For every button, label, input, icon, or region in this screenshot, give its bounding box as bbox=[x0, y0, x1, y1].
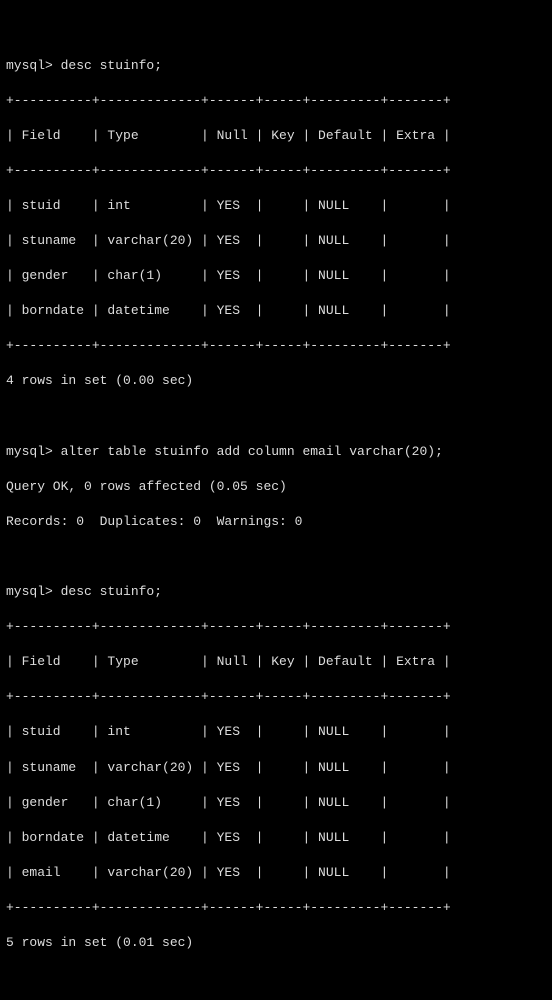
blank-line bbox=[6, 408, 546, 426]
prompt-line-1: mysql> desc stuinfo; bbox=[6, 57, 546, 75]
table-row: | stuname | varchar(20) | YES | | NULL |… bbox=[6, 759, 546, 777]
mysql-prompt: mysql> bbox=[6, 584, 61, 599]
table-border: +----------+-------------+------+-----+-… bbox=[6, 899, 546, 917]
query-stats: Records: 0 Duplicates: 0 Warnings: 0 bbox=[6, 513, 546, 531]
prompt-line-2: mysql> alter table stuinfo add column em… bbox=[6, 443, 546, 461]
mysql-prompt: mysql> bbox=[6, 444, 61, 459]
table-row: | email | varchar(20) | YES | | NULL | | bbox=[6, 864, 546, 882]
table-border: +----------+-------------+------+-----+-… bbox=[6, 337, 546, 355]
table-row: | borndate | datetime | YES | | NULL | | bbox=[6, 302, 546, 320]
table-row: | stuid | int | YES | | NULL | | bbox=[6, 197, 546, 215]
command-text: desc stuinfo; bbox=[61, 58, 162, 73]
table-row: | gender | char(1) | YES | | NULL | | bbox=[6, 267, 546, 285]
command-text: desc stuinfo; bbox=[61, 584, 162, 599]
table-border: +----------+-------------+------+-----+-… bbox=[6, 92, 546, 110]
result-footer: 4 rows in set (0.00 sec) bbox=[6, 372, 546, 390]
table-header: | Field | Type | Null | Key | Default | … bbox=[6, 653, 546, 671]
table-header: | Field | Type | Null | Key | Default | … bbox=[6, 127, 546, 145]
prompt-line-3: mysql> desc stuinfo; bbox=[6, 583, 546, 601]
table-border: +----------+-------------+------+-----+-… bbox=[6, 688, 546, 706]
table-row: | stuid | int | YES | | NULL | | bbox=[6, 723, 546, 741]
table-border: +----------+-------------+------+-----+-… bbox=[6, 162, 546, 180]
table-row: | gender | char(1) | YES | | NULL | | bbox=[6, 794, 546, 812]
query-ok: Query OK, 0 rows affected (0.05 sec) bbox=[6, 478, 546, 496]
table-row: | borndate | datetime | YES | | NULL | | bbox=[6, 829, 546, 847]
table-border: +----------+-------------+------+-----+-… bbox=[6, 618, 546, 636]
command-text: alter table stuinfo add column email var… bbox=[61, 444, 443, 459]
blank-line bbox=[6, 548, 546, 566]
mysql-prompt: mysql> bbox=[6, 58, 61, 73]
table-row: | stuname | varchar(20) | YES | | NULL |… bbox=[6, 232, 546, 250]
result-footer: 5 rows in set (0.01 sec) bbox=[6, 934, 546, 952]
